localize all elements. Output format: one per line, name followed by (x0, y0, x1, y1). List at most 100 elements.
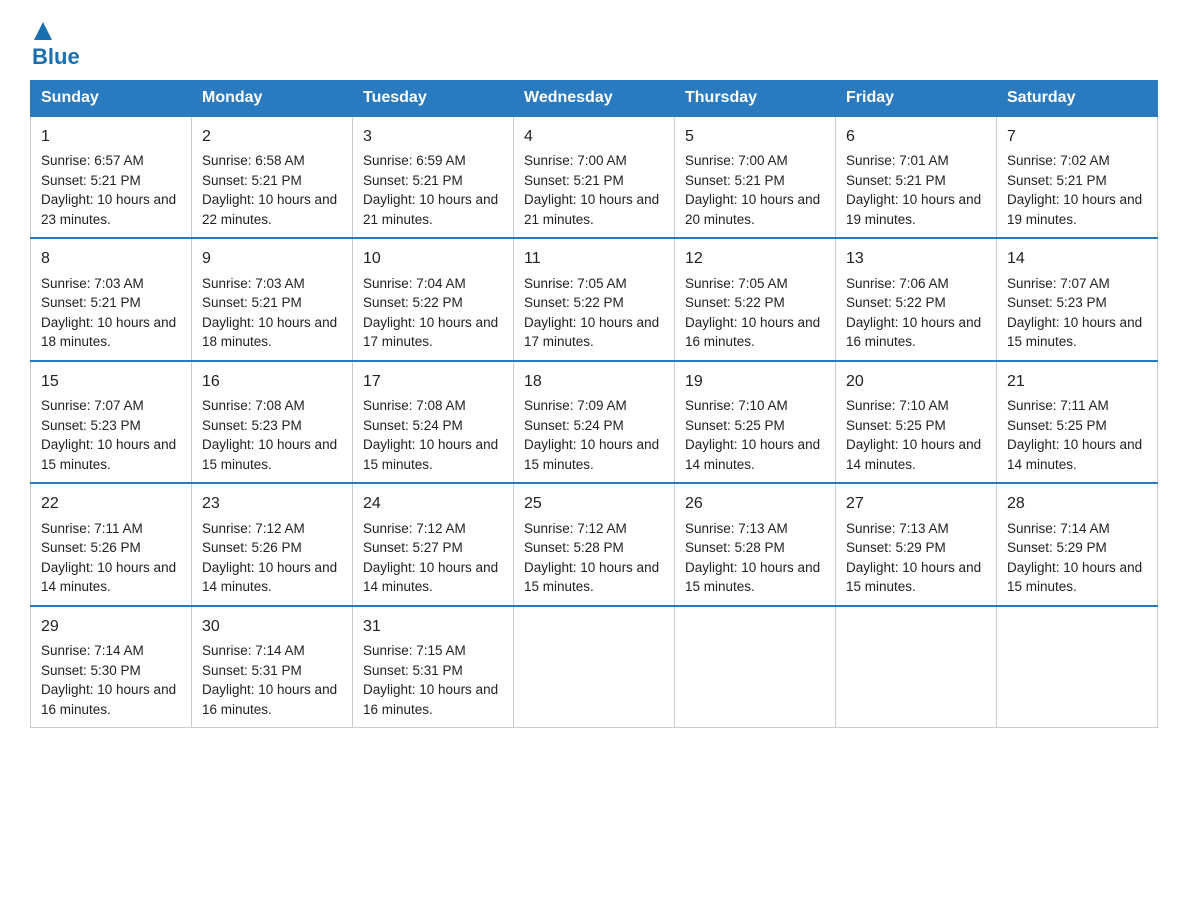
day-number: 19 (685, 370, 825, 393)
day-cell-18: 18 Sunrise: 7:09 AM Sunset: 5:24 PM Dayligh… (514, 361, 675, 483)
sunrise-text: Sunrise: 7:13 AM (685, 521, 788, 536)
sunrise-text: Sunrise: 7:12 AM (363, 521, 466, 536)
day-number: 9 (202, 247, 342, 270)
day-number: 3 (363, 125, 503, 148)
days-header-row: SundayMondayTuesdayWednesdayThursdayFrid… (31, 81, 1158, 117)
daylight-text: Daylight: 10 hours and 19 minutes. (1007, 192, 1142, 227)
day-number: 31 (363, 615, 503, 638)
sunrise-text: Sunrise: 7:02 AM (1007, 153, 1110, 168)
day-number: 17 (363, 370, 503, 393)
daylight-text: Daylight: 10 hours and 15 minutes. (685, 560, 820, 595)
sunrise-text: Sunrise: 7:11 AM (41, 521, 143, 536)
day-cell-24: 24Sunrise: 7:12 AMSunset: 5:27 PMDayligh… (353, 483, 514, 605)
sunrise-text: Sunrise: 7:15 AM (363, 643, 466, 658)
logo-triangle-icon (32, 20, 54, 42)
day-cell-2: 2Sunrise: 6:58 AMSunset: 5:21 PMDaylight… (192, 116, 353, 238)
day-number: 8 (41, 247, 181, 270)
day-cell-22: 22Sunrise: 7:11 AMSunset: 5:26 PMDayligh… (31, 483, 192, 605)
daylight-text: Daylight: 10 hours and 21 minutes. (524, 192, 659, 227)
sunrise-text: Sunrise: 7:10 AM (685, 398, 788, 413)
day-cell-4: 4Sunrise: 7:00 AMSunset: 5:21 PMDaylight… (514, 116, 675, 238)
day-header-thursday: Thursday (675, 81, 836, 117)
sunset-text: Sunset: 5:23 PM (41, 418, 141, 433)
sunset-text: Sunset: 5:21 PM (41, 295, 141, 310)
daylight-text: Daylight: 10 hours and 16 minutes. (685, 315, 820, 350)
sunrise-text: Sunrise: 7:11 AM (1007, 398, 1109, 413)
day-number: 7 (1007, 125, 1147, 148)
sunset-text: Sunset: 5:24 PM (524, 418, 624, 433)
daylight-text: Daylight: 10 hours and 15 minutes. (41, 437, 176, 472)
day-header-monday: Monday (192, 81, 353, 117)
day-cell-5: 5Sunrise: 7:00 AMSunset: 5:21 PMDaylight… (675, 116, 836, 238)
day-cell-14: 14Sunrise: 7:07 AMSunset: 5:23 PMDayligh… (997, 238, 1158, 360)
day-cell-29: 29Sunrise: 7:14 AMSunset: 5:30 PMDayligh… (31, 606, 192, 728)
sunrise-text: Sunrise: 7:14 AM (1007, 521, 1110, 536)
day-number: 28 (1007, 492, 1147, 515)
sunset-text: Sunset: 5:22 PM (524, 295, 624, 310)
daylight-text: Daylight: 10 hours and 15 minutes. (1007, 315, 1142, 350)
sunset-text: Sunset: 5:29 PM (1007, 540, 1107, 555)
day-cell-11: 11Sunrise: 7:05 AMSunset: 5:22 PMDayligh… (514, 238, 675, 360)
sunset-text: Sunset: 5:29 PM (846, 540, 946, 555)
sunset-text: Sunset: 5:31 PM (202, 663, 302, 678)
sunset-text: Sunset: 5:21 PM (202, 295, 302, 310)
sunrise-text: Sunrise: 7:05 AM (524, 276, 627, 291)
day-cell-6: 6Sunrise: 7:01 AMSunset: 5:21 PMDaylight… (836, 116, 997, 238)
sunset-text: Sunset: 5:21 PM (1007, 173, 1107, 188)
daylight-text: Daylight: 10 hours and 23 minutes. (41, 192, 176, 227)
day-number: 15 (41, 370, 181, 393)
day-cell-7: 7 Sunrise: 7:02 AM Sunset: 5:21 PM Daylight… (997, 116, 1158, 238)
week-row-2: 8 Sunrise: 7:03 AM Sunset: 5:21 PM Daylight… (31, 238, 1158, 360)
sunrise-text: Sunrise: 7:12 AM (202, 521, 305, 536)
sunset-text: Sunset: 5:24 PM (363, 418, 463, 433)
empty-cell (675, 606, 836, 728)
sunrise-text: Sunrise: 7:09 AM (524, 398, 627, 413)
daylight-text: Daylight: 10 hours and 15 minutes. (524, 560, 659, 595)
day-cell-31: 31Sunrise: 7:15 AMSunset: 5:31 PMDayligh… (353, 606, 514, 728)
week-row-1: 1Sunrise: 6:57 AMSunset: 5:21 PMDaylight… (31, 116, 1158, 238)
daylight-text: Daylight: 10 hours and 16 minutes. (846, 315, 981, 350)
day-number: 25 (524, 492, 664, 515)
week-row-4: 22 Sunrise: 7:11 AM Sunset: 5:26 PM Dayligh… (31, 483, 1158, 605)
sunrise-text: Sunrise: 6:59 AM (363, 153, 466, 168)
daylight-text: Daylight: 10 hours and 21 minutes. (363, 192, 498, 227)
daylight-text: Daylight: 10 hours and 16 minutes. (363, 682, 498, 717)
day-number: 18 (524, 370, 664, 393)
daylight-text: Daylight: 10 hours and 17 minutes. (363, 315, 498, 350)
day-number: 30 (202, 615, 342, 638)
day-header-wednesday: Wednesday (514, 81, 675, 117)
daylight-text: Daylight: 10 hours and 22 minutes. (202, 192, 337, 227)
sunset-text: Sunset: 5:21 PM (846, 173, 946, 188)
sunrise-text: Sunrise: 7:08 AM (363, 398, 466, 413)
sunset-text: Sunset: 5:21 PM (202, 173, 302, 188)
daylight-text: Daylight: 10 hours and 16 minutes. (202, 682, 337, 717)
sunrise-text: Sunrise: 6:57 AM (41, 153, 144, 168)
day-cell-8: 8 Sunrise: 7:03 AM Sunset: 5:21 PM Daylight… (31, 238, 192, 360)
daylight-text: Daylight: 10 hours and 16 minutes. (41, 682, 176, 717)
day-cell-13: 13Sunrise: 7:06 AMSunset: 5:22 PMDayligh… (836, 238, 997, 360)
day-number: 21 (1007, 370, 1147, 393)
sunrise-text: Sunrise: 7:04 AM (363, 276, 466, 291)
sunrise-text: Sunrise: 6:58 AM (202, 153, 305, 168)
sunset-text: Sunset: 5:26 PM (202, 540, 302, 555)
day-number: 23 (202, 492, 342, 515)
day-header-tuesday: Tuesday (353, 81, 514, 117)
daylight-text: Daylight: 10 hours and 15 minutes. (1007, 560, 1142, 595)
day-number: 29 (41, 615, 181, 638)
daylight-text: Daylight: 10 hours and 18 minutes. (41, 315, 176, 350)
day-cell-10: 10Sunrise: 7:04 AMSunset: 5:22 PMDayligh… (353, 238, 514, 360)
day-number: 22 (41, 492, 181, 515)
day-number: 20 (846, 370, 986, 393)
day-cell-26: 26Sunrise: 7:13 AMSunset: 5:28 PMDayligh… (675, 483, 836, 605)
sunset-text: Sunset: 5:22 PM (363, 295, 463, 310)
sunrise-text: Sunrise: 7:03 AM (41, 276, 144, 291)
sunset-text: Sunset: 5:30 PM (41, 663, 141, 678)
day-header-friday: Friday (836, 81, 997, 117)
daylight-text: Daylight: 10 hours and 14 minutes. (202, 560, 337, 595)
sunrise-text: Sunrise: 7:13 AM (846, 521, 949, 536)
daylight-text: Daylight: 10 hours and 17 minutes. (524, 315, 659, 350)
sunrise-text: Sunrise: 7:12 AM (524, 521, 627, 536)
day-number: 4 (524, 125, 664, 148)
day-cell-19: 19Sunrise: 7:10 AMSunset: 5:25 PMDayligh… (675, 361, 836, 483)
daylight-text: Daylight: 10 hours and 15 minutes. (524, 437, 659, 472)
